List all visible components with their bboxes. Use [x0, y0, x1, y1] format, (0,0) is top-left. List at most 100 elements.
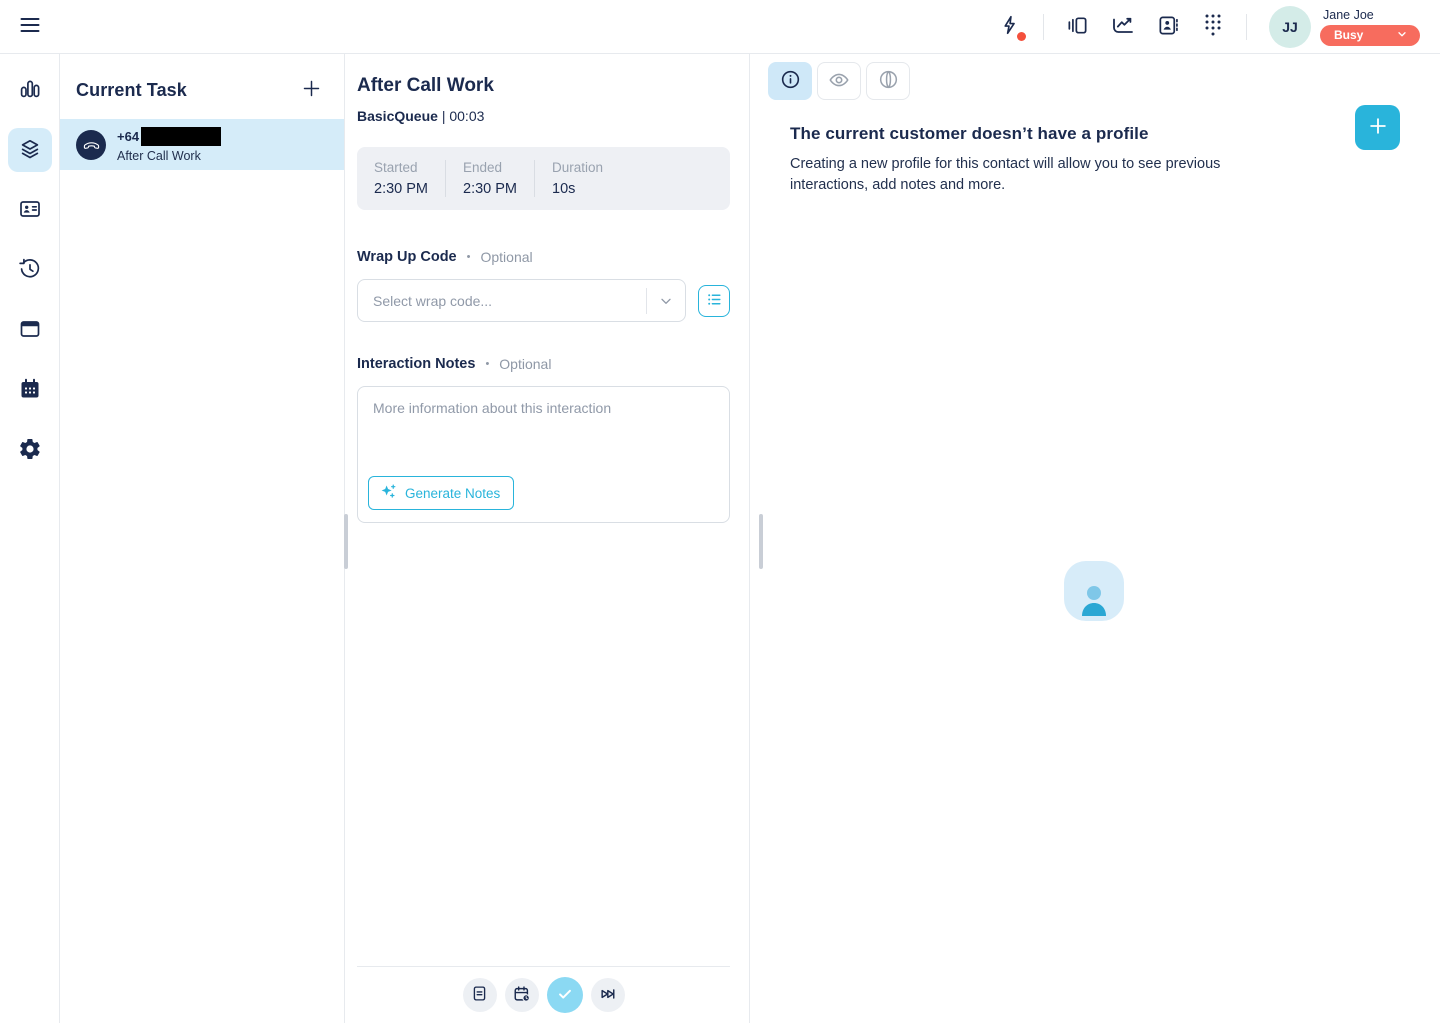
notification-dot	[1017, 32, 1026, 41]
window-icon	[18, 317, 42, 344]
customer-profile-panel: The current customer doesn’t have a prof…	[750, 54, 1440, 1023]
document-icon	[471, 985, 488, 1005]
topbar-divider	[1246, 14, 1247, 40]
contact-book-icon	[1157, 14, 1180, 40]
status-dropdown[interactable]: Busy	[1320, 25, 1420, 46]
no-profile-description: Creating a new profile for this contact …	[790, 154, 1268, 196]
calendar-icon	[18, 377, 42, 404]
interaction-notes-input[interactable]	[373, 400, 714, 462]
redacted-phone-number	[141, 127, 221, 146]
avatar[interactable]: JJ	[1269, 6, 1311, 48]
separator-dot: •	[485, 358, 489, 370]
layers-icon	[18, 137, 42, 164]
panels-icon	[1066, 14, 1089, 40]
task-status-label: After Call Work	[117, 149, 221, 163]
wrap-up-list-button[interactable]	[698, 285, 730, 317]
user-name: Jane Joe	[1320, 8, 1374, 22]
person-icon	[1075, 582, 1113, 621]
sidebar-item-workspace[interactable]	[8, 308, 52, 352]
complete-task-button[interactable]	[547, 977, 583, 1013]
sidebar-item-contacts[interactable]	[8, 188, 52, 232]
task-phone-prefix: +64	[117, 130, 139, 143]
hamburger-icon	[18, 13, 42, 40]
add-task-button[interactable]	[301, 78, 322, 102]
ended-label: Ended	[463, 160, 517, 175]
page-title: After Call Work	[357, 75, 730, 97]
panels-button[interactable]	[1066, 14, 1089, 40]
topbar-divider	[1043, 14, 1044, 40]
duration-value: 10s	[552, 181, 603, 197]
after-call-work-panel: After Call Work BasicQueue | 00:03 Start…	[345, 54, 750, 1023]
analytics-button[interactable]	[1111, 13, 1135, 40]
sidebar-item-settings[interactable]	[8, 428, 52, 472]
sidebar-item-history[interactable]	[8, 248, 52, 292]
no-profile-heading: The current customer doesn’t have a prof…	[790, 124, 1440, 144]
gear-icon	[18, 437, 42, 464]
top-bar: JJ Jane Joe Busy	[0, 0, 1440, 54]
panel-resize-handle[interactable]	[759, 514, 763, 569]
skip-icon	[599, 985, 617, 1006]
task-list-panel: Current Task +64 After Cal	[60, 54, 345, 1023]
profile-tabs	[768, 62, 1440, 100]
queue-name: BasicQueue	[357, 108, 438, 124]
ended-value: 2:30 PM	[463, 181, 517, 197]
tab-preview[interactable]	[817, 62, 861, 100]
status-badge: Busy	[1334, 28, 1363, 42]
topbar-actions: JJ Jane Joe Busy	[999, 6, 1420, 48]
menu-button[interactable]	[18, 13, 42, 40]
acw-action-bar	[357, 967, 730, 1023]
user-block: JJ Jane Joe Busy	[1269, 6, 1420, 48]
plus-icon	[1367, 115, 1389, 140]
eye-icon	[828, 69, 850, 94]
sidebar	[0, 54, 60, 1023]
contact-card-icon	[18, 197, 42, 224]
duration-label: Duration	[552, 160, 603, 175]
sidebar-item-calendar[interactable]	[8, 368, 52, 412]
notes-optional-label: Optional	[499, 356, 551, 372]
started-label: Started	[374, 160, 428, 175]
check-icon	[556, 985, 574, 1006]
wrap-up-optional-label: Optional	[480, 249, 532, 265]
dialpad-icon	[1202, 12, 1224, 41]
queue-timer: BasicQueue | 00:03	[357, 108, 730, 124]
contacts-button[interactable]	[1157, 14, 1180, 40]
chevron-down-icon	[1396, 28, 1408, 43]
history-icon	[18, 257, 42, 284]
tab-info[interactable]	[768, 62, 812, 100]
schedule-button[interactable]	[505, 978, 539, 1012]
separator-dot: •	[467, 251, 471, 263]
info-icon	[780, 69, 801, 93]
chevron-down-icon	[647, 293, 685, 309]
acw-timer: 00:03	[449, 108, 484, 124]
bar-chart-icon	[18, 77, 42, 104]
schedule-icon	[513, 985, 531, 1006]
started-value: 2:30 PM	[374, 181, 428, 197]
main-area: Current Task +64 After Cal	[0, 54, 1440, 1023]
sparkle-icon	[380, 483, 397, 503]
interaction-notes-label: Interaction Notes	[357, 356, 475, 372]
queue-separator: |	[442, 108, 446, 124]
task-panel-title: Current Task	[76, 80, 187, 101]
notes-textarea-wrap: Generate Notes	[357, 386, 730, 523]
bullet-list-icon	[706, 291, 723, 311]
wrap-up-select-placeholder: Select wrap code...	[373, 293, 646, 309]
notifications-button[interactable]	[999, 14, 1021, 39]
panel-resize-handle[interactable]	[344, 514, 348, 569]
generate-notes-button[interactable]: Generate Notes	[368, 476, 514, 510]
plus-icon	[301, 78, 322, 102]
generate-notes-label: Generate Notes	[405, 486, 500, 501]
wrap-up-code-select[interactable]: Select wrap code...	[357, 279, 686, 322]
wrap-up-code-label: Wrap Up Code	[357, 249, 457, 265]
create-profile-button[interactable]	[1355, 105, 1400, 150]
split-circle-icon	[878, 69, 899, 93]
skip-button[interactable]	[591, 978, 625, 1012]
task-list-item[interactable]: +64 After Call Work	[60, 119, 344, 170]
call-times-box: Started 2:30 PM Ended 2:30 PM Duration 1…	[357, 147, 730, 210]
dialpad-button[interactable]	[1202, 12, 1224, 41]
sidebar-item-tasks[interactable]	[8, 128, 52, 172]
trend-chart-icon	[1111, 13, 1135, 40]
phone-icon	[76, 130, 106, 160]
tab-insights[interactable]	[866, 62, 910, 100]
notes-doc-button[interactable]	[463, 978, 497, 1012]
sidebar-item-metrics[interactable]	[8, 68, 52, 112]
